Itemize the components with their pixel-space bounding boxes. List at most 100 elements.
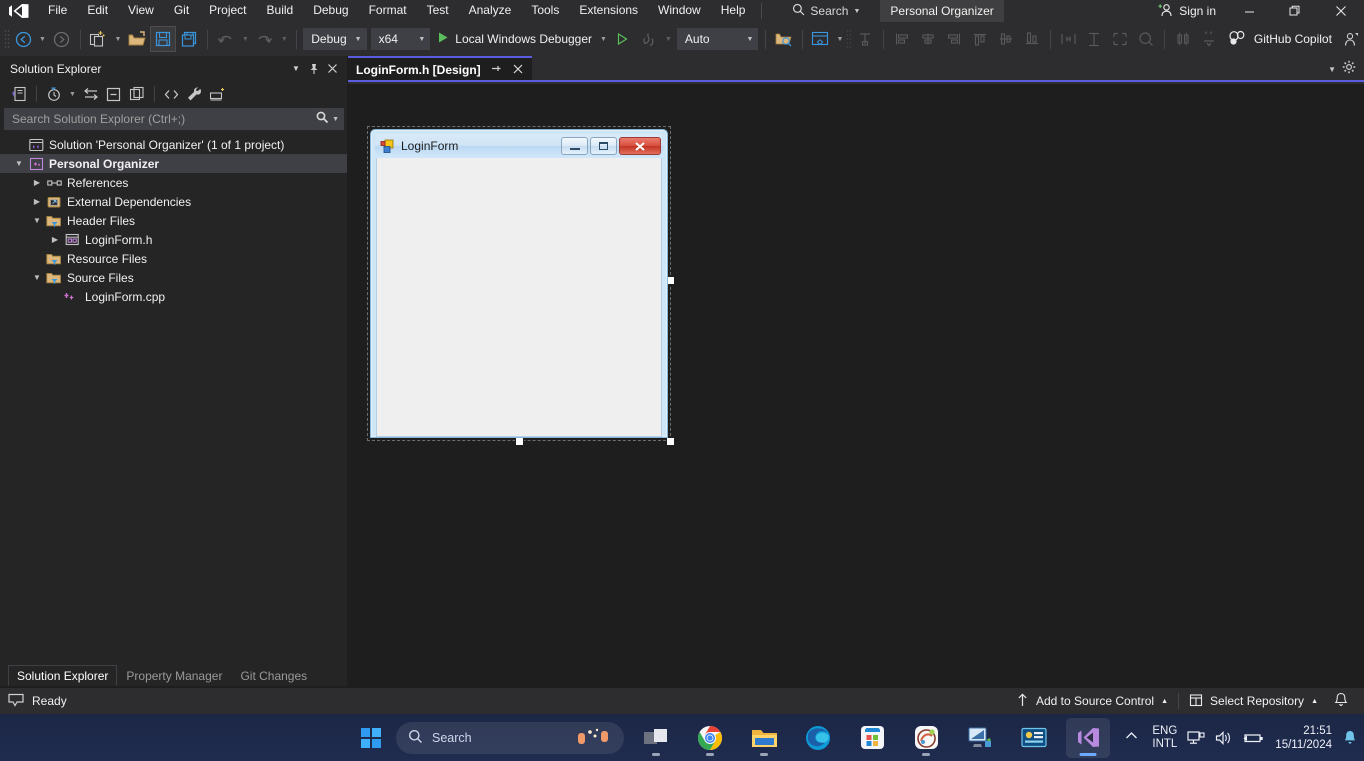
dock-tab-solution-explorer[interactable]: Solution Explorer: [8, 665, 118, 686]
menu-extensions[interactable]: Extensions: [569, 0, 648, 22]
tree-item-references[interactable]: ▶ References: [0, 173, 347, 192]
resize-handle-bottom-right[interactable]: [666, 437, 675, 446]
language-indicator[interactable]: ENG INTL: [1152, 725, 1177, 751]
tab-list-chevron-icon[interactable]: ▼: [1328, 65, 1336, 74]
taskbar-search-box[interactable]: Search: [396, 721, 624, 754]
menu-file[interactable]: File: [38, 0, 77, 22]
winforms-design-surface[interactable]: LoginForm: [348, 84, 1364, 686]
tree-item-solution[interactable]: Solution 'Personal Organizer' (1 of 1 pr…: [0, 135, 347, 154]
new-project-button[interactable]: [85, 26, 111, 52]
tree-item-header-files[interactable]: ▼ Header Files: [0, 211, 347, 230]
menu-git[interactable]: Git: [164, 0, 199, 22]
solution-configuration-combo[interactable]: Debug ▼: [303, 28, 367, 50]
tree-item-resource-files[interactable]: Resource Files: [0, 249, 347, 268]
form-client-area[interactable]: [376, 158, 662, 437]
taskbar-app-visual-studio[interactable]: [1066, 717, 1110, 758]
twisty-expanded[interactable]: ▼: [30, 273, 44, 282]
twisty-expanded[interactable]: ▼: [12, 159, 26, 168]
github-copilot-button[interactable]: GitHub Copilot: [1222, 26, 1338, 52]
sign-in-button[interactable]: Sign in: [1148, 0, 1226, 22]
menu-analyze[interactable]: Analyze: [459, 0, 522, 22]
start-without-debugging-button[interactable]: [610, 26, 636, 52]
set-start-page-button[interactable]: [807, 26, 833, 52]
twisty-collapsed[interactable]: ▶: [30, 197, 44, 206]
filter-dropdown-icon[interactable]: ▼: [66, 91, 79, 98]
tree-item-source-files[interactable]: ▼ Source Files: [0, 268, 347, 287]
tree-item-external-dependencies[interactable]: ▶ External Dependencies: [0, 192, 347, 211]
twisty-collapsed[interactable]: ▶: [48, 235, 62, 244]
taskbar-app-remote-desktop[interactable]: [958, 718, 1002, 758]
designer-toolbar-grip[interactable]: [846, 29, 852, 49]
document-tab-loginform-design[interactable]: LoginForm.h [Design]: [348, 56, 532, 82]
panel-close-icon[interactable]: [323, 60, 341, 78]
show-all-files-icon[interactable]: [126, 84, 148, 105]
twisty-expanded[interactable]: ▼: [30, 216, 44, 225]
preview-selected-items-icon[interactable]: [207, 84, 229, 105]
clock[interactable]: 21:51 15/11/2024: [1275, 724, 1332, 752]
set-start-page-dropdown[interactable]: ▼: [833, 36, 846, 43]
panel-pin-icon[interactable]: [305, 60, 323, 78]
hot-reload-button[interactable]: [636, 26, 662, 52]
solution-explorer-home-icon[interactable]: [8, 84, 30, 105]
tab-pin-icon[interactable]: [489, 63, 503, 77]
volume-icon[interactable]: [1215, 730, 1233, 746]
solution-explorer-search-button[interactable]: [771, 26, 797, 52]
properties-wrench-icon[interactable]: [184, 84, 206, 105]
tab-settings-gear-icon[interactable]: [1342, 60, 1356, 79]
save-all-button[interactable]: [176, 26, 202, 52]
undo-button[interactable]: [213, 26, 239, 52]
tree-item-loginform-cpp[interactable]: LoginForm.cpp: [0, 287, 347, 306]
battery-icon[interactable]: [1243, 731, 1265, 745]
taskbar-app-microsoft-edge[interactable]: [796, 718, 840, 758]
show-hidden-icons-chevron-icon[interactable]: [1121, 731, 1142, 744]
redo-button[interactable]: [252, 26, 278, 52]
menu-tools[interactable]: Tools: [521, 0, 569, 22]
search-solution-explorer-input[interactable]: Search Solution Explorer (Ctrl+;) ▼: [4, 108, 344, 130]
copilot-chat-icon[interactable]: [1338, 26, 1364, 52]
dock-tab-git-changes[interactable]: Git Changes: [231, 665, 316, 686]
menu-edit[interactable]: Edit: [77, 0, 118, 22]
save-button[interactable]: [150, 26, 177, 52]
notifications-button[interactable]: [1328, 688, 1360, 714]
new-project-dropdown[interactable]: ▼: [111, 36, 124, 43]
dock-tab-property-manager[interactable]: Property Manager: [117, 665, 231, 686]
global-search[interactable]: Search ▼: [786, 1, 866, 21]
menu-test[interactable]: Test: [417, 0, 459, 22]
resize-handle-bottom-center[interactable]: [515, 437, 524, 446]
tree-item-loginform-h[interactable]: ▶ LoginForm.h: [0, 230, 347, 249]
form-minimize-button[interactable]: [561, 137, 588, 155]
twisty-collapsed[interactable]: ▶: [30, 178, 44, 187]
process-combo[interactable]: Auto ▼: [676, 28, 759, 50]
collapse-all-icon[interactable]: [103, 84, 125, 105]
search-options-chevron-icon[interactable]: ▼: [332, 116, 339, 123]
toolbar-grip[interactable]: [4, 29, 10, 49]
add-to-source-control-button[interactable]: Add to Source Control ▲: [1006, 688, 1178, 714]
view-code-icon[interactable]: [161, 84, 183, 105]
notification-bell-icon[interactable]: [1342, 729, 1358, 746]
network-icon[interactable]: [1187, 730, 1205, 746]
menu-format[interactable]: Format: [359, 0, 417, 22]
taskbar-app-microsoft-store[interactable]: [850, 718, 894, 758]
hot-reload-dropdown[interactable]: ▼: [662, 36, 675, 43]
panel-menu-chevron-icon[interactable]: ▼: [287, 60, 305, 78]
window-minimize-button[interactable]: [1226, 0, 1272, 22]
taskbar-app-task-view[interactable]: [634, 718, 678, 758]
solution-platform-combo[interactable]: x64 ▼: [370, 28, 431, 50]
form-maximize-button[interactable]: [590, 137, 617, 155]
menu-project[interactable]: Project: [199, 0, 256, 22]
pending-changes-filter-icon[interactable]: [43, 84, 65, 105]
start-debugging-dropdown[interactable]: ▼: [597, 36, 610, 43]
tab-close-icon[interactable]: [511, 63, 525, 77]
form-close-button[interactable]: [619, 137, 661, 155]
taskbar-app-settings-monitor[interactable]: [1012, 718, 1056, 758]
start-debugging-button[interactable]: Local Windows Debugger: [432, 26, 597, 52]
taskbar-app-file-explorer[interactable]: [742, 718, 786, 758]
taskbar-app-google-chrome[interactable]: [688, 718, 732, 758]
windows-start-button[interactable]: [356, 723, 386, 753]
select-repository-button[interactable]: Select Repository ▲: [1179, 688, 1328, 714]
menu-debug[interactable]: Debug: [303, 0, 358, 22]
navigate-backward-dropdown[interactable]: ▼: [36, 36, 49, 43]
sync-with-active-document-icon[interactable]: [80, 84, 102, 105]
loginform-preview[interactable]: LoginForm: [370, 129, 668, 438]
tree-item-project[interactable]: ▼ Personal Organizer: [0, 154, 347, 173]
